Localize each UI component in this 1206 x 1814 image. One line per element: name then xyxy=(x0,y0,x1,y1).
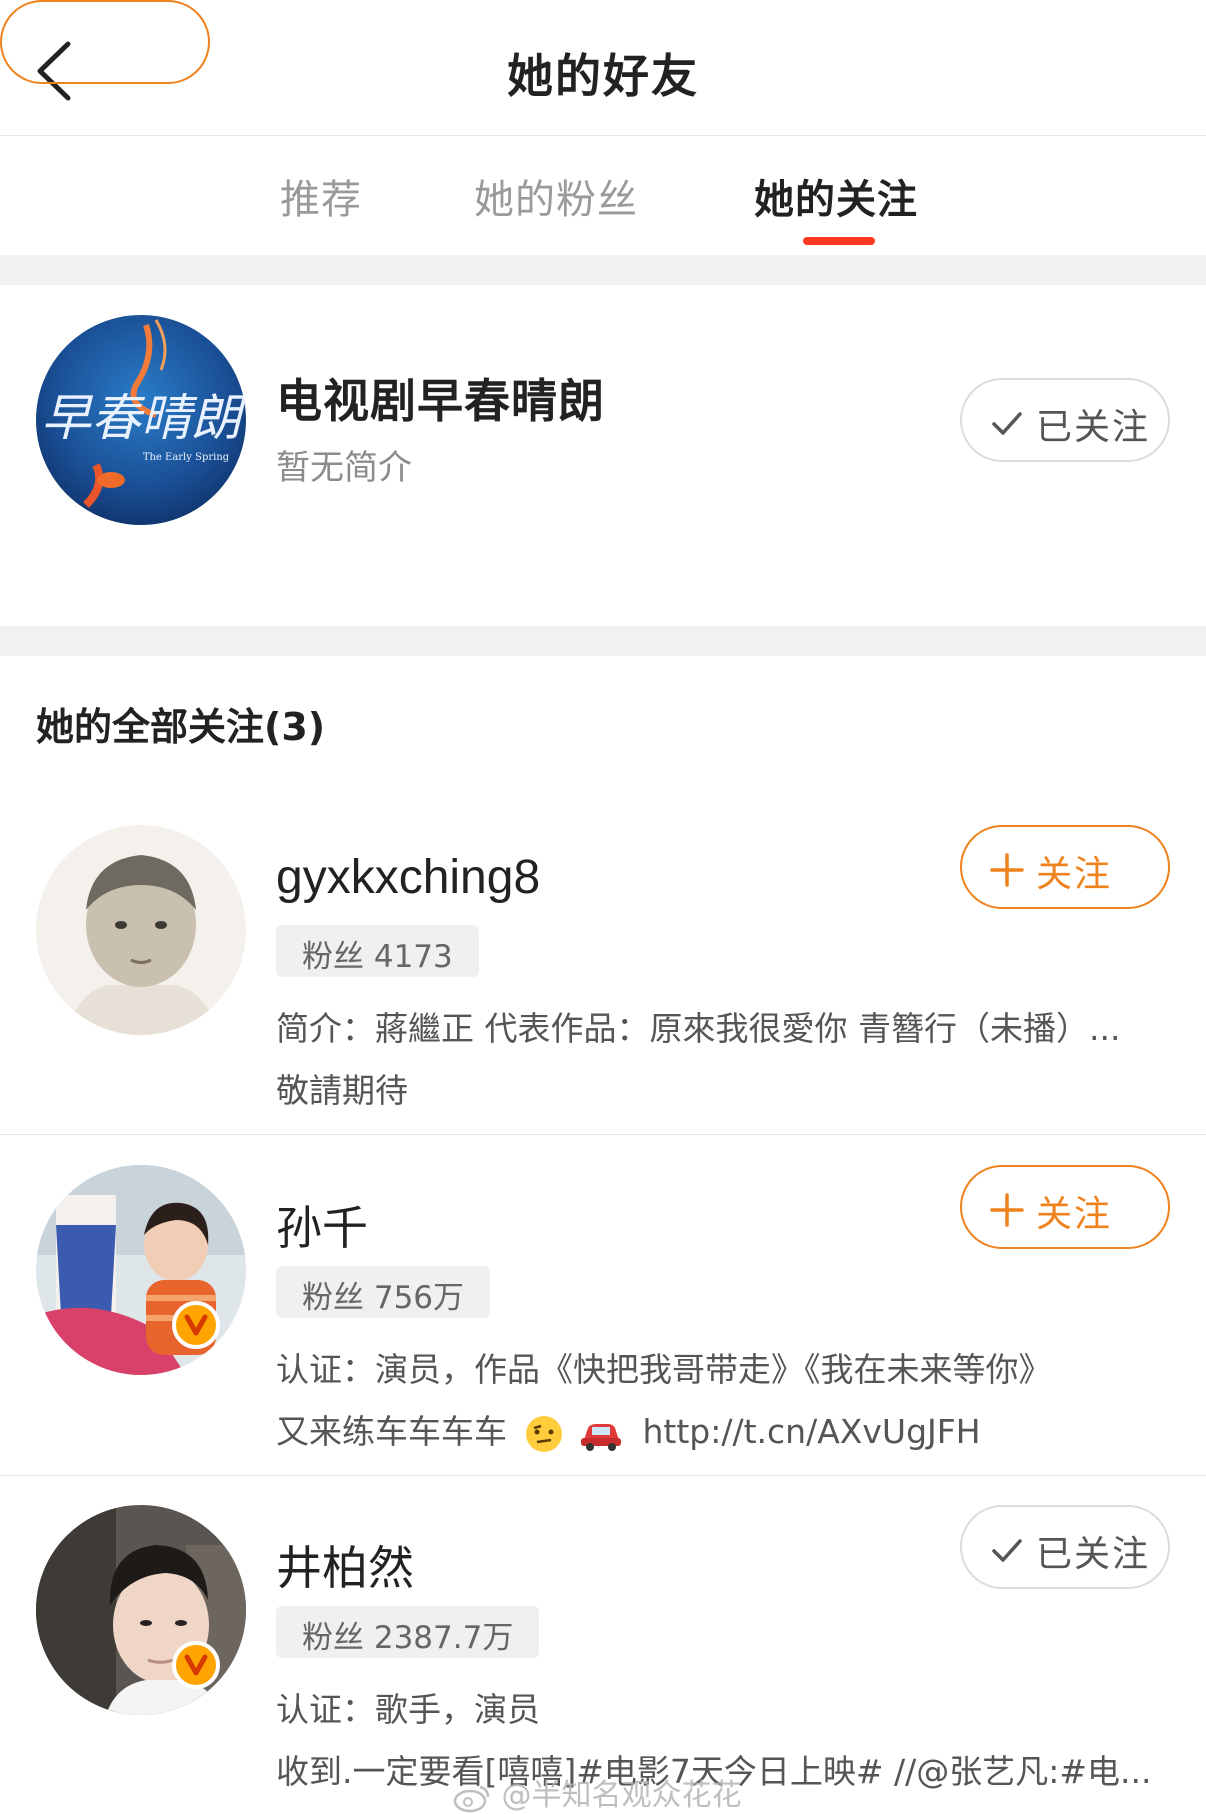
thinking-face-emoji-icon xyxy=(525,1415,562,1452)
user-2-follow-button-ghost xyxy=(0,0,210,84)
verified-v-icon xyxy=(184,1654,208,1676)
featured-following-button[interactable]: 已关注 xyxy=(960,378,1170,462)
tab-bar: 推荐 她的粉丝 她的关注 xyxy=(0,137,1206,255)
user-2-desc-line2: 又来练车车车车 xyxy=(276,1412,507,1451)
user-1-desc-line2: 敬請期待 xyxy=(276,1071,408,1110)
tab-her-follows[interactable]: 她的关注 xyxy=(754,167,918,225)
poster-subtitle-text: The Early Spring xyxy=(143,452,230,463)
user-2-desc-link[interactable]: http://t.cn/AXvUgJFH xyxy=(643,1412,981,1451)
tab-recommend[interactable]: 推荐 xyxy=(280,167,362,225)
watermark: @半知名观众花花 xyxy=(452,1770,742,1814)
user-2-name[interactable]: 孙千 xyxy=(276,1192,368,1258)
follows-section-title: 她的全部关注(3) xyxy=(36,705,326,749)
user-2-desc-line1: 认证：演员，作品《快把我哥带走》《我在未来等你》 xyxy=(276,1350,1052,1389)
featured-intro: 暂无简介 xyxy=(276,448,412,488)
child-photo xyxy=(36,825,246,1035)
user-3-following-button[interactable]: 已关注 xyxy=(960,1505,1170,1589)
verified-badge xyxy=(172,1301,220,1349)
check-icon xyxy=(992,412,1022,435)
following-label: 已关注 xyxy=(1036,1534,1151,1575)
section-gap xyxy=(0,255,1206,285)
user-2-follow-button[interactable]: 关注 xyxy=(960,1165,1170,1249)
row-divider xyxy=(0,1134,1206,1135)
weibo-logo-icon xyxy=(453,1785,490,1812)
user-3-desc-line1: 认证：歌手，演员 xyxy=(276,1690,540,1729)
user-3-fans-badge: 粉丝 2387.7万 xyxy=(276,1606,540,1658)
verified-badge xyxy=(172,1641,220,1689)
check-icon xyxy=(992,1539,1022,1562)
active-tab-indicator xyxy=(803,237,875,245)
user-2-fans-badge: 粉丝 756万 xyxy=(276,1266,491,1318)
plus-icon xyxy=(990,1193,1024,1227)
car-emoji-icon xyxy=(581,1423,621,1451)
drama-poster-image: 早春晴朗 The Early Spring xyxy=(36,315,246,525)
user-1-fans-badge: 粉丝 4173 xyxy=(276,925,479,977)
user-3-name[interactable]: 井柏然 xyxy=(276,1532,414,1598)
user-1-desc-line1: 简介：蔣繼正 代表作品：原來我很愛你 青簪行（未播）... xyxy=(276,1009,1121,1048)
watermark-text: @半知名观众花花 xyxy=(501,1778,742,1813)
verified-v-icon xyxy=(184,1314,208,1336)
plus-icon xyxy=(990,853,1024,887)
row-divider xyxy=(0,1475,1206,1476)
poster-title-text: 早春晴朗 xyxy=(41,389,246,447)
follow-label: 关注 xyxy=(1036,1194,1113,1235)
avatar-featured[interactable]: 早春晴朗 The Early Spring xyxy=(36,315,246,525)
section-gap xyxy=(0,626,1206,656)
user-1-follow-button[interactable]: 关注 xyxy=(960,825,1170,909)
follow-label: 关注 xyxy=(1036,854,1113,895)
user-2-desc-line2-wrap: 又来练车车车车 http://t.cn/AXvUgJFH xyxy=(276,1405,1176,1454)
avatar-user-1[interactable] xyxy=(36,825,246,1035)
tab-her-fans[interactable]: 她的粉丝 xyxy=(474,167,638,225)
user-1-name[interactable]: gyxkxching8 xyxy=(276,850,540,905)
featured-name[interactable]: 电视剧早春晴朗 xyxy=(276,365,605,431)
following-label: 已关注 xyxy=(1036,407,1151,448)
